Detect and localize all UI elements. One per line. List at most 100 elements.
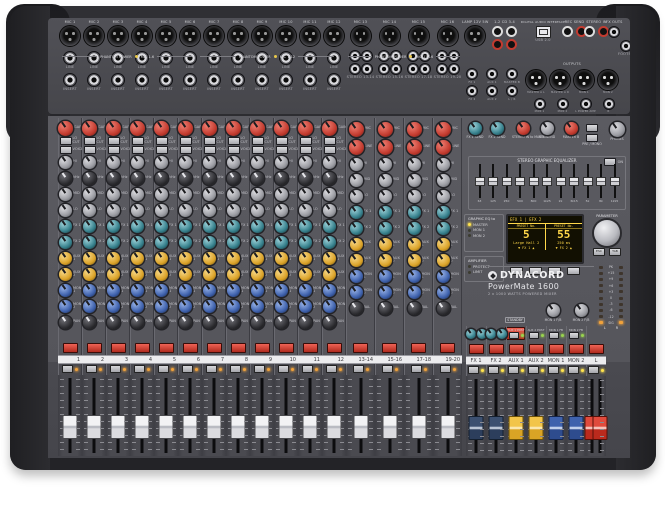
master-fader[interactable]	[466, 376, 486, 456]
aux2-send-knob[interactable]	[299, 268, 312, 281]
pfl-button[interactable]	[548, 366, 559, 374]
output-jack[interactable]	[534, 98, 546, 110]
voice-filter-button[interactable]	[324, 146, 336, 154]
mute-button[interactable]	[63, 343, 78, 353]
mon2-send-knob[interactable]	[83, 300, 96, 313]
gain-line-knob[interactable]	[349, 140, 364, 155]
mon2-send-knob[interactable]	[59, 300, 72, 313]
xlr-input-jack[interactable]	[379, 25, 401, 47]
eq-lo-knob[interactable]	[59, 204, 72, 217]
fader-cap[interactable]	[87, 415, 102, 439]
voice-filter-button[interactable]	[60, 146, 72, 154]
xlr-input-jack[interactable]	[299, 25, 321, 47]
eq-lo-knob[interactable]	[203, 204, 216, 217]
channel-fader[interactable]	[154, 375, 178, 456]
eq-hi-knob[interactable]	[107, 156, 120, 169]
mon1-send-knob[interactable]	[323, 284, 336, 297]
fader-cap[interactable]	[111, 415, 126, 439]
locut-button[interactable]	[252, 137, 264, 145]
eq-lo-knob[interactable]	[155, 204, 168, 217]
pfl-button[interactable]	[411, 365, 422, 373]
fx2-send-knob[interactable]	[350, 222, 363, 235]
master-fader[interactable]	[546, 376, 566, 456]
rec-send-knob[interactable]	[541, 122, 554, 135]
fx2-send-knob[interactable]	[251, 236, 264, 249]
locut-button[interactable]	[108, 137, 120, 145]
eq-mid-knob[interactable]	[155, 188, 168, 201]
geq-band-slider[interactable]	[597, 163, 606, 199]
balance-knob[interactable]	[437, 302, 450, 315]
gain-line-knob[interactable]	[378, 140, 393, 155]
fader-cap[interactable]	[529, 416, 544, 440]
voice-filter-button[interactable]	[252, 146, 264, 154]
eq-mid-knob[interactable]	[83, 188, 96, 201]
fx2-send-knob[interactable]	[379, 222, 392, 235]
stereo-jack[interactable]	[419, 63, 431, 75]
mute-button[interactable]	[255, 343, 270, 353]
parameter-knob[interactable]	[594, 220, 620, 246]
mute-button[interactable]	[327, 343, 342, 353]
eq-mid-freq-knob[interactable]	[275, 172, 288, 185]
eq-hi-knob[interactable]	[379, 158, 392, 171]
master-fader[interactable]	[526, 376, 546, 456]
pfl-button[interactable]	[508, 366, 519, 374]
fx1-send-knob[interactable]	[179, 220, 192, 233]
mute-button[interactable]	[111, 343, 126, 353]
mon1-send-knob[interactable]	[59, 284, 72, 297]
aux2-send-knob[interactable]	[83, 268, 96, 281]
voice-filter-button[interactable]	[132, 146, 144, 154]
rca-jack[interactable]	[562, 26, 573, 37]
stereo-jack[interactable]	[390, 63, 402, 75]
xlr-input-jack[interactable]	[323, 25, 345, 47]
locut-button[interactable]	[228, 137, 240, 145]
eq-hi-knob[interactable]	[155, 156, 168, 169]
pfl-button[interactable]	[528, 366, 539, 374]
geq-band-slider[interactable]	[516, 163, 525, 199]
pan-knob[interactable]	[275, 316, 288, 329]
voice-filter-button[interactable]	[156, 146, 168, 154]
mon1-send-knob[interactable]	[299, 284, 312, 297]
eq-lo-knob[interactable]	[227, 204, 240, 217]
stereo-jack[interactable]	[436, 63, 448, 75]
xlr-output-jack[interactable]	[573, 69, 595, 91]
footswitch-jack[interactable]	[620, 40, 630, 52]
channel-fader[interactable]	[202, 375, 226, 456]
fx1-send-knob[interactable]	[155, 220, 168, 233]
gain-mic-knob[interactable]	[436, 122, 451, 137]
locut-button[interactable]	[132, 137, 144, 145]
fader-cap[interactable]	[549, 416, 564, 440]
fx1-send-master-knob[interactable]	[469, 122, 482, 135]
post-fb-button[interactable]	[569, 332, 579, 339]
insert-jack[interactable]	[279, 73, 293, 87]
geq-band-slider[interactable]	[556, 163, 565, 199]
fader-cap[interactable]	[159, 415, 174, 439]
eq-mid-knob[interactable]	[107, 188, 120, 201]
mute-button[interactable]	[231, 343, 246, 353]
pfl-button[interactable]	[568, 366, 579, 374]
mon2-send-knob[interactable]	[350, 286, 363, 299]
insert-jack[interactable]	[87, 73, 101, 87]
aux2-send-knob[interactable]	[59, 268, 72, 281]
mute-button[interactable]	[353, 343, 368, 353]
eq-mid-freq-knob[interactable]	[251, 172, 264, 185]
pan-knob[interactable]	[107, 316, 120, 329]
eq-mid-freq-knob[interactable]	[299, 172, 312, 185]
pfl-button[interactable]	[86, 365, 97, 373]
aux1-send-knob[interactable]	[299, 252, 312, 265]
gain-knob[interactable]	[250, 121, 265, 136]
gain-knob[interactable]	[82, 121, 97, 136]
mon1-send-knob[interactable]	[179, 284, 192, 297]
pfl-button[interactable]	[206, 365, 217, 373]
fx-to-mon1-knob[interactable]	[466, 329, 476, 339]
voice-filter-button[interactable]	[180, 146, 192, 154]
esc-button[interactable]: ESC	[593, 248, 605, 256]
fx1-send-knob[interactable]	[275, 220, 288, 233]
out-jack[interactable]	[466, 68, 478, 80]
out-jack[interactable]	[466, 85, 478, 97]
out-jack[interactable]	[506, 68, 518, 80]
mute-button[interactable]	[569, 344, 584, 354]
fx1-send-knob[interactable]	[323, 220, 336, 233]
xlr-input-jack[interactable]	[107, 25, 129, 47]
eq-mid-knob[interactable]	[437, 174, 450, 187]
gain-knob[interactable]	[274, 121, 289, 136]
